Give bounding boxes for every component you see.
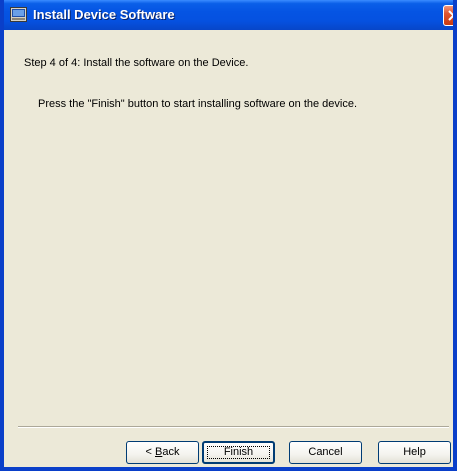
button-separator xyxy=(18,426,449,428)
help-label: Help xyxy=(403,446,426,458)
close-button[interactable] xyxy=(443,5,453,26)
back-label-rest: ack xyxy=(162,446,180,458)
back-button[interactable]: < Back xyxy=(126,441,199,464)
instruction-text: Press the "Finish" button to start insta… xyxy=(38,98,358,110)
close-icon xyxy=(448,10,453,21)
install-device-software-dialog: Install Device Software Step 4 of 4: Ins… xyxy=(0,0,457,471)
install-device-icon xyxy=(10,7,27,22)
window-title: Install Device Software xyxy=(33,7,175,22)
title-bar[interactable]: Install Device Software xyxy=(4,0,453,30)
step-heading: Step 4 of 4: Install the software on the… xyxy=(24,57,249,69)
cancel-label: Cancel xyxy=(308,446,343,458)
back-label-prefix: < xyxy=(145,446,155,458)
cancel-button[interactable]: Cancel xyxy=(289,441,362,464)
help-button[interactable]: Help xyxy=(378,441,451,464)
finish-label: Finish xyxy=(223,446,254,458)
dialog-body: Step 4 of 4: Install the software on the… xyxy=(4,30,453,467)
finish-button[interactable]: Finish xyxy=(202,441,275,464)
